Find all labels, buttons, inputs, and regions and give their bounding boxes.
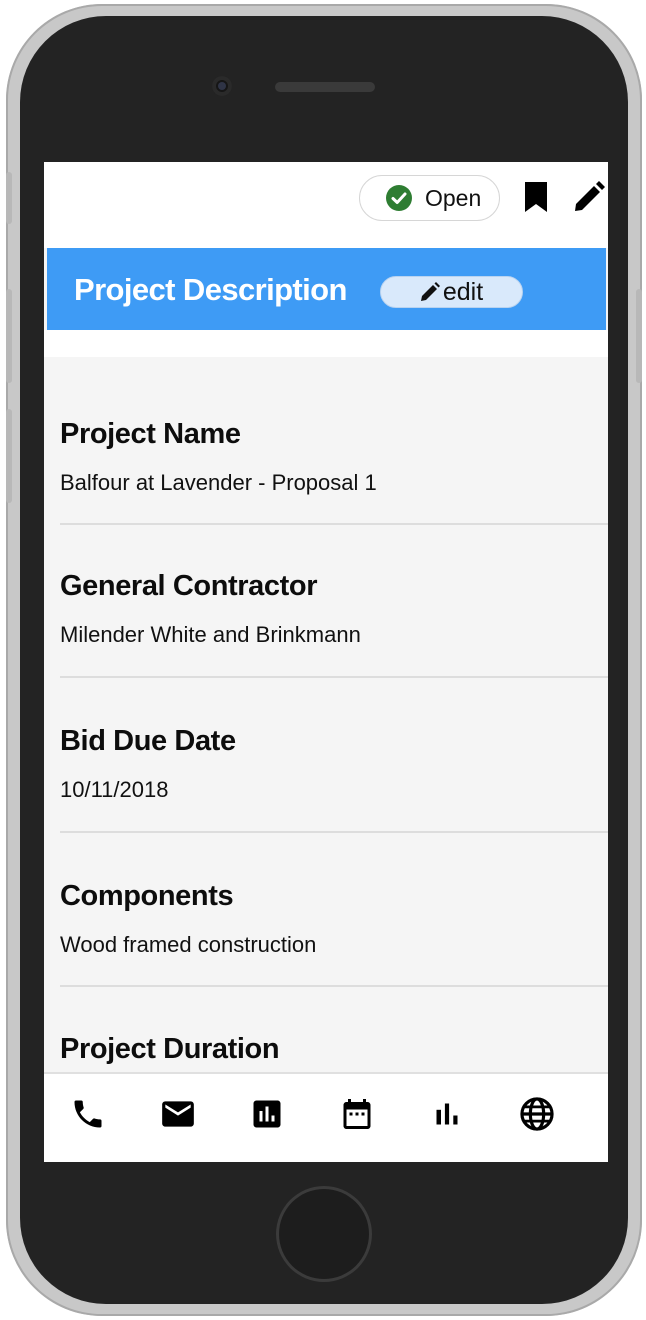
bookmark-button[interactable] xyxy=(519,179,553,215)
field-value: 10/11/2018 xyxy=(60,777,169,802)
divider xyxy=(60,676,608,678)
status-label: Open xyxy=(425,184,482,211)
field-value: Milender White and Brinkmann xyxy=(60,622,361,647)
header-spacer xyxy=(44,330,608,357)
section-header: Project Description edit xyxy=(47,248,606,330)
bookmark-icon xyxy=(525,182,547,212)
pencil-icon xyxy=(575,181,605,211)
field-general-contractor: General Contractor Milender White and Br… xyxy=(60,569,606,649)
field-label: Project Name xyxy=(60,418,241,450)
field-bid-due-date: Bid Due Date 10/11/2018 xyxy=(60,724,606,804)
pencil-icon xyxy=(420,282,440,301)
field-label: Bid Due Date xyxy=(60,725,236,757)
nav-calendar[interactable] xyxy=(337,1094,377,1134)
mute-switch xyxy=(6,172,12,224)
bottom-nav xyxy=(44,1072,608,1162)
phone-icon xyxy=(74,1100,102,1128)
nav-reports[interactable] xyxy=(247,1094,287,1134)
nav-analytics[interactable] xyxy=(427,1094,467,1134)
nav-web[interactable] xyxy=(517,1094,557,1134)
top-toolbar: Open xyxy=(44,162,608,248)
edit-description-button[interactable]: edit xyxy=(380,276,523,308)
report-icon xyxy=(253,1100,281,1128)
nav-mail[interactable] xyxy=(158,1094,198,1134)
field-label: Project Duration xyxy=(60,1033,280,1065)
globe-icon xyxy=(520,1097,554,1131)
field-label: General Contractor xyxy=(60,570,318,602)
field-components: Components Wood framed construction xyxy=(60,879,606,959)
bar-chart-icon xyxy=(436,1103,458,1125)
volume-up-button xyxy=(6,289,12,383)
home-button[interactable] xyxy=(276,1186,372,1282)
field-project-duration: Project Duration xyxy=(60,1032,606,1066)
check-circle-icon xyxy=(386,185,412,211)
field-project-name: Project Name Balfour at Lavender - Propo… xyxy=(60,417,606,497)
edit-label: edit xyxy=(442,277,484,306)
divider xyxy=(60,523,608,525)
edit-project-button[interactable] xyxy=(572,179,606,215)
mail-icon xyxy=(162,1101,194,1127)
divider xyxy=(60,831,608,833)
calendar-icon xyxy=(343,1099,371,1129)
volume-down-button xyxy=(6,409,12,503)
divider xyxy=(60,985,608,987)
field-value: Balfour at Lavender - Proposal 1 xyxy=(60,470,377,495)
section-title: Project Description xyxy=(74,272,347,307)
power-button xyxy=(636,289,642,383)
field-label: Components xyxy=(60,880,234,912)
status-badge[interactable]: Open xyxy=(359,175,500,221)
earpiece-speaker xyxy=(275,82,375,92)
nav-phone[interactable] xyxy=(68,1094,108,1134)
field-value: Wood framed construction xyxy=(60,932,317,957)
app-screen: Open Project Description edit Project Na… xyxy=(44,162,608,1162)
front-camera xyxy=(212,76,232,96)
